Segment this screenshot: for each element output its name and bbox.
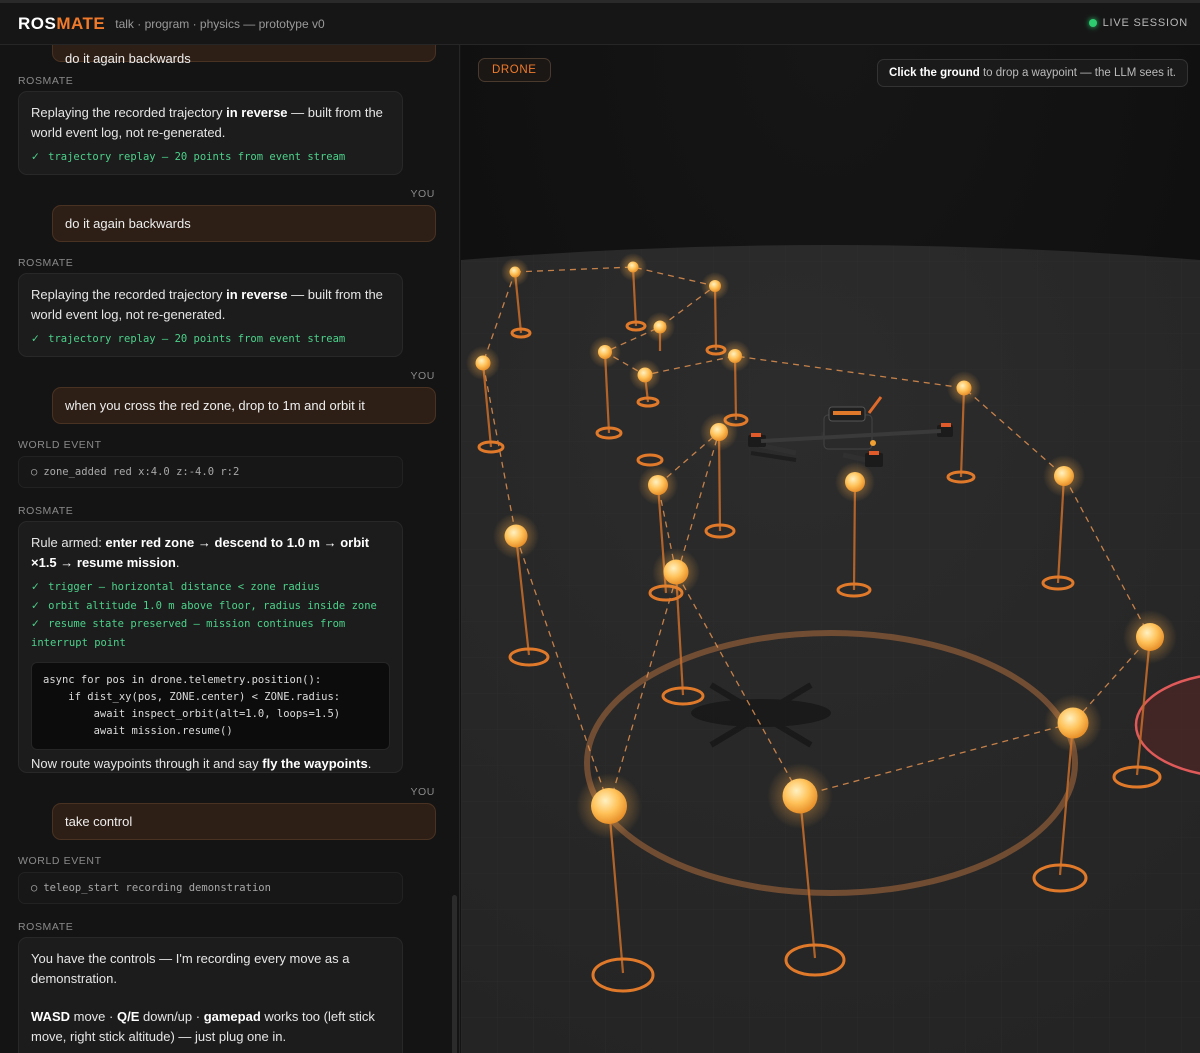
hint-bold-text: Click the ground [889, 67, 980, 79]
assistant-message: Replaying the recorded trajectory in rev… [18, 273, 403, 357]
message-text: do it again backwards [65, 51, 191, 66]
event-text: zone_added red x:4.0 z:-4.0 r:2 [43, 466, 240, 478]
assistant-message: Rule armed: enter red zone → descend to … [18, 521, 403, 773]
checkmark-icon: ✓ [31, 333, 40, 345]
scene-viewport[interactable]: DRONE Click the ground to drop a waypoin… [461, 45, 1200, 1053]
message-text: when you cross the red zone, drop to 1m … [65, 398, 365, 413]
sender-label: ROSMATE [18, 921, 74, 933]
drone-tag-button[interactable]: DRONE [478, 58, 551, 82]
top-bar: ROSMATE talk · program · physics — proto… [0, 0, 1200, 45]
message-text: Replaying the recorded trajectory in rev… [31, 287, 383, 322]
status-dot-icon [1088, 19, 1097, 27]
sender-label: YOU [410, 786, 435, 798]
message-text: do it again backwards [65, 216, 191, 231]
event-text: teleop_start recording demonstration [43, 882, 271, 894]
user-message: do it again backwards [52, 205, 436, 242]
sender-label: ROSMATE [18, 257, 74, 269]
user-message: when you cross the red zone, drop to 1m … [52, 387, 436, 424]
sender-label: WORLD EVENT [18, 439, 102, 451]
sender-label: YOU [410, 188, 435, 200]
live-session-label: LIVE SESSION [1102, 17, 1188, 29]
world-event: ○ teleop_start recording demonstration [18, 872, 403, 904]
scene-canvas[interactable] [461, 45, 1200, 1053]
check-line: ✓ resume state preserved — mission conti… [31, 618, 346, 649]
brand-part-mate: MATE [56, 13, 106, 33]
check-line: ✓ trajectory replay — 20 points from eve… [31, 333, 346, 345]
sender-label: YOU [410, 370, 435, 382]
check-line: ✓ trajectory replay — 20 points from eve… [31, 151, 346, 163]
brand-logo: ROSMATE [18, 14, 105, 34]
check-line: ✓ orbit altitude 1.0 m above floor, radi… [31, 599, 377, 612]
checkmark-icon: ✓ [31, 581, 40, 593]
live-session-indicator: LIVE SESSION [1088, 17, 1188, 29]
message-text: take control [65, 814, 133, 829]
hollow-circle-icon: ○ [31, 882, 38, 894]
user-message-clipped: do it again backwards [52, 45, 436, 66]
user-message: take control [52, 803, 436, 840]
message-text: Rule armed: enter red zone → descend to … [31, 535, 370, 570]
brand-part-ros: ROS [18, 13, 57, 33]
app-subtitle: talk · program · physics — prototype v0 [115, 16, 325, 31]
world-event: ○ zone_added red x:4.0 z:-4.0 r:2 [18, 456, 403, 488]
sender-label: WORLD EVENT [18, 855, 102, 867]
check-line: ✓ trigger — horizontal distance < zone r… [31, 581, 320, 593]
hollow-circle-icon: ○ [31, 466, 38, 478]
message-text: WASD move · Q/E down/up · gamepad works … [31, 1009, 375, 1044]
code-block: async for pos in drone.telemetry.positio… [31, 662, 390, 750]
ground-click-hint: Click the ground to drop a waypoint — th… [877, 59, 1188, 87]
chat-panel[interactable]: do it again backwards ROSMATE Replaying … [0, 45, 460, 1053]
checkmark-icon: ✓ [31, 618, 40, 630]
checkmark-icon: ✓ [31, 599, 40, 612]
message-text: Replaying the recorded trajectory in rev… [31, 105, 383, 140]
message-text: You have the controls — I'm recording ev… [31, 951, 350, 986]
sender-label: ROSMATE [18, 75, 74, 87]
assistant-message: Replaying the recorded trajectory in rev… [18, 91, 403, 175]
checkmark-icon: ✓ [31, 151, 40, 163]
hint-text: to drop a waypoint — the LLM sees it. [979, 67, 1176, 79]
assistant-message: You have the controls — I'm recording ev… [18, 937, 403, 1053]
sender-label: ROSMATE [18, 505, 74, 517]
chat-scrollbar[interactable] [452, 895, 457, 1053]
message-text: Now route waypoints through it and say f… [31, 756, 372, 771]
